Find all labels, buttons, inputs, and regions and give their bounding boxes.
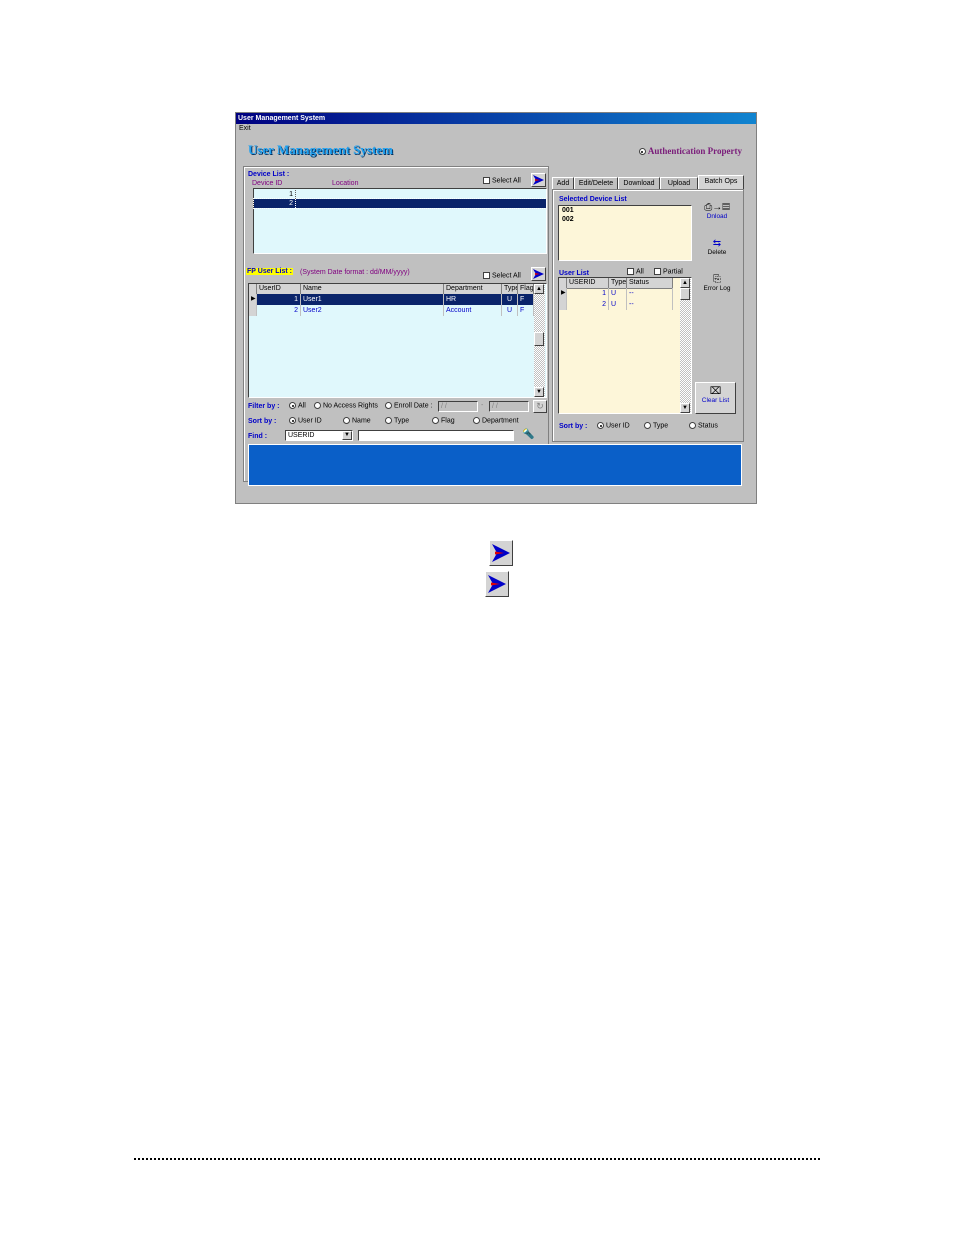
col-department[interactable]: Department [444, 284, 502, 294]
left-panel: Device List : Device ID Location Select … [243, 166, 742, 486]
selected-device-list-label: Selected Device List [559, 196, 627, 203]
footer-divider [134, 1158, 820, 1160]
row-pointer-icon: ▶ [559, 288, 567, 299]
table-row[interactable]: 2 User2 Account U F [249, 305, 534, 316]
user-select-all-checkbox[interactable] [483, 272, 490, 279]
download-icon: ⎙→▤ [704, 202, 730, 213]
table-row[interactable]: ▶ 1 U -- [559, 288, 673, 299]
col-status[interactable]: Status [627, 278, 673, 288]
download-button[interactable]: ⎙→▤ Dnload [697, 202, 737, 220]
date-format-note: (System Date format : dd/MM/yyyy) [300, 269, 410, 276]
authentication-property-option[interactable]: Authentication Property [638, 146, 742, 156]
batch-user-grid[interactable]: USERID Type Status ▶ 1 U -- 2 U -- ▲ ▼ [558, 277, 692, 414]
batch-sort-type[interactable]: Type [644, 422, 668, 429]
filter-all-option[interactable]: All [289, 402, 306, 409]
fp-user-grid[interactable]: UserID Name Department Type Flag ▶ 1 Use… [248, 283, 547, 398]
device-select-all[interactable]: Select All [483, 177, 521, 184]
app-window: User Management System Exit User Managem… [235, 112, 757, 504]
row-pointer-icon: ▶ [249, 294, 257, 305]
batch-sort-label: Sort by : [559, 423, 588, 430]
error-log-icon: ⎘ [713, 274, 721, 285]
chevron-down-icon[interactable]: ▼ [342, 431, 352, 440]
sort-label: Sort by : [248, 418, 277, 425]
menu-exit[interactable]: Exit [239, 125, 251, 132]
col-type[interactable]: Type [502, 284, 518, 294]
table-row[interactable]: ▶ 1 User1 HR U F [249, 294, 534, 305]
arrow-right-icon [485, 571, 509, 597]
device-row-selected[interactable]: 2 [253, 198, 547, 209]
scroll-down-icon[interactable]: ▼ [534, 387, 544, 397]
date-separator: - [481, 402, 484, 409]
find-field-select[interactable]: USERID ▼ [285, 430, 353, 441]
tab-add[interactable]: Add [552, 177, 574, 189]
sort-type-option[interactable]: Type [385, 417, 409, 424]
sort-flag-option[interactable]: Flag [432, 417, 455, 424]
col-flag[interactable]: Flag [518, 284, 534, 294]
filter-enroll-date-option[interactable]: Enroll Date : [385, 402, 433, 409]
tab-edit-delete[interactable]: Edit/Delete [574, 177, 618, 189]
list-item[interactable]: 001 [559, 206, 691, 216]
enroll-date-to[interactable]: / / [489, 401, 529, 412]
sort-name-option[interactable]: Name [343, 417, 371, 424]
auth-radio-icon[interactable] [638, 148, 646, 156]
scroll-up-icon[interactable]: ▲ [680, 278, 690, 288]
col-userid[interactable]: USERID [567, 278, 609, 288]
user-select-all[interactable]: Select All [483, 272, 521, 279]
fp-user-scrollbar[interactable]: ▲ ▼ [534, 284, 545, 397]
user-list-label: User List [559, 270, 589, 277]
arrow-right-icon [533, 175, 544, 185]
tab-download[interactable]: Download [618, 177, 660, 189]
scroll-thumb[interactable] [680, 288, 690, 300]
device-list-label: Device List : [248, 171, 290, 178]
filter-label: Filter by : [248, 403, 280, 410]
tab-upload[interactable]: Upload [660, 177, 698, 189]
batch-sort-status[interactable]: Status [689, 422, 718, 429]
device-row[interactable]: 1 [254, 190, 546, 199]
list-item[interactable]: 002 [559, 216, 691, 224]
scroll-up-icon[interactable]: ▲ [534, 284, 544, 294]
refresh-icon[interactable]: ↻ [533, 400, 547, 413]
flashlight-search-icon[interactable]: 🔦 [522, 429, 534, 440]
enroll-date-from[interactable]: / / [438, 401, 478, 412]
col-name[interactable]: Name [301, 284, 444, 294]
col-userid[interactable]: UserID [257, 284, 301, 294]
user-go-button[interactable] [531, 267, 546, 281]
scroll-down-icon[interactable]: ▼ [680, 403, 690, 413]
filter-no-access-option[interactable]: No Access Rights [314, 402, 378, 409]
app-header: User Management System Authentication Pr… [242, 140, 750, 159]
menu-bar: Exit [236, 124, 756, 134]
selected-device-list[interactable]: 001 002 [558, 205, 692, 261]
batch-grid-scrollbar[interactable]: ▲ ▼ [680, 278, 691, 413]
user-list-all[interactable]: All [627, 268, 644, 275]
delete-icon: ⇆ [712, 238, 722, 249]
tab-batch-ops[interactable]: Batch Ops [698, 175, 744, 189]
delete-button[interactable]: ⇆ Delete [697, 238, 737, 256]
clear-list-button[interactable]: ⌧ Clear List [695, 382, 736, 414]
error-log-button[interactable]: ⎘ Error Log [697, 274, 737, 292]
device-list[interactable]: 1 2 [253, 188, 547, 254]
arrow-right-icon [533, 269, 544, 279]
batch-sort-userid[interactable]: User ID [597, 422, 630, 429]
location-column-label: Location [332, 180, 359, 187]
user-list-partial[interactable]: Partial [654, 268, 683, 275]
arrow-right-icon [489, 540, 513, 566]
device-id-column-label: Device ID [252, 180, 283, 187]
scroll-thumb[interactable] [534, 332, 544, 346]
find-label: Find : [248, 433, 268, 440]
clear-list-icon: ⌧ [709, 386, 722, 397]
table-row[interactable]: 2 U -- [559, 299, 673, 310]
find-input[interactable] [358, 430, 514, 441]
app-title: User Management System [248, 142, 393, 157]
fp-user-list-label: FP User List : [246, 268, 293, 275]
window-title-bar: User Management System [236, 113, 756, 124]
sort-department-option[interactable]: Department [473, 417, 519, 424]
status-area [248, 444, 742, 486]
device-select-all-checkbox[interactable] [483, 177, 490, 184]
device-go-button[interactable] [531, 173, 546, 187]
sort-userid-option[interactable]: User ID [289, 417, 322, 424]
tab-control: Add Edit/Delete Download Upload Batch Op… [552, 175, 744, 442]
batch-ops-panel: Selected Device List 001 002 ⎙→▤ Dnload … [552, 189, 744, 442]
col-type[interactable]: Type [609, 278, 627, 288]
